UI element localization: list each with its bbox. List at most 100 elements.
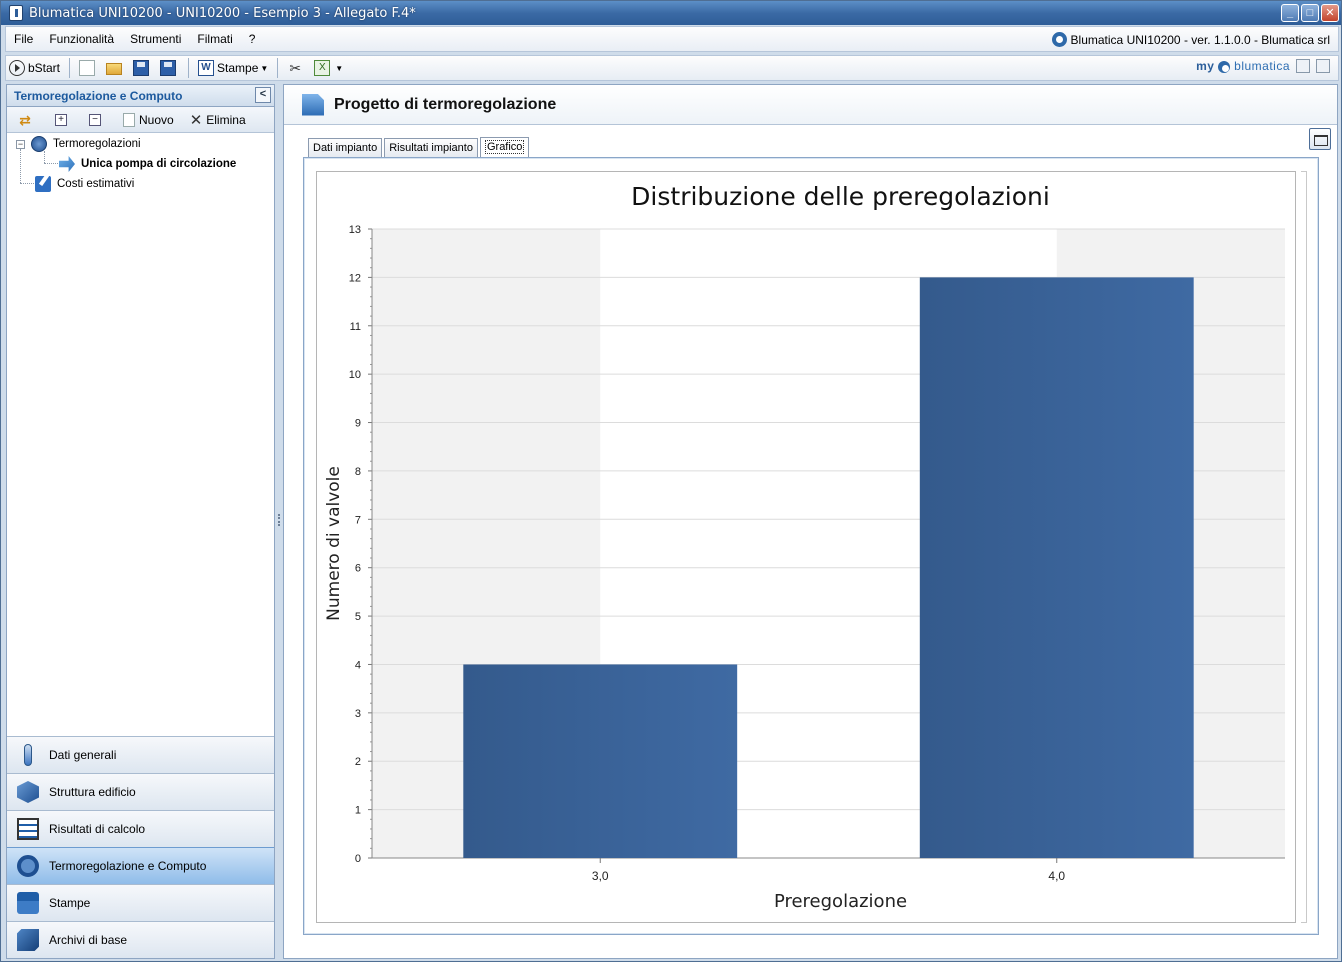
- tab-risultati-impianto[interactable]: Risultati impianto: [384, 138, 478, 157]
- nav-risultati-calcolo[interactable]: Risultati di calcolo: [7, 810, 274, 847]
- nav-label: Dati generali: [49, 748, 117, 762]
- save-all-button[interactable]: [157, 57, 182, 79]
- account-icon[interactable]: [1296, 59, 1310, 73]
- nav-archivi-base[interactable]: Archivi di base: [7, 921, 274, 958]
- close-button[interactable]: ✕: [1321, 4, 1339, 22]
- minimize-button[interactable]: _: [1281, 4, 1299, 22]
- toolbar-separator: [188, 58, 190, 78]
- app-icon: [9, 5, 23, 21]
- nav-stampe[interactable]: Stampe: [7, 884, 274, 921]
- y-tick-label: 11: [350, 321, 361, 333]
- y-tick-label: 1: [355, 805, 361, 817]
- save-button[interactable]: [130, 57, 155, 79]
- notes-icon[interactable]: [1316, 59, 1330, 73]
- menu-filmati[interactable]: Filmati: [189, 32, 240, 46]
- brand-my-text: my: [1196, 59, 1215, 73]
- x-tick-label: 3,0: [592, 869, 609, 883]
- tab-grafico[interactable]: Grafico: [479, 137, 530, 157]
- y-tick-label: 12: [349, 272, 361, 284]
- save-icon: [133, 60, 150, 76]
- nav-dati-generali[interactable]: Dati generali: [7, 736, 274, 773]
- export-dropdown[interactable]: X ▼: [311, 57, 346, 79]
- delete-button[interactable]: ✕ Elimina: [190, 111, 246, 129]
- tree-item-pompa[interactable]: Unica pompa di circolazione: [59, 156, 236, 172]
- tree-item-label: Unica pompa di circolazione: [81, 158, 237, 170]
- bar: [919, 277, 1194, 858]
- new-file-button[interactable]: [76, 57, 101, 79]
- new-label: Nuovo: [139, 112, 174, 127]
- chart-title: Distribuzione delle preregolazioni: [631, 182, 1050, 211]
- window-title: Blumatica UNI10200 - UNI10200 - Esempio …: [29, 5, 416, 21]
- tree-line: [44, 151, 45, 163]
- delete-label: Elimina: [206, 112, 246, 127]
- grip-icon: [278, 514, 280, 526]
- chart-area: 0 1 2 3 4 5 6 7 8 9 10 11 12 13 3,0 4,0 Distribuzione de…: [316, 171, 1296, 923]
- open-button[interactable]: [103, 57, 128, 79]
- content-panel: Progetto di termoregolazione Dati impian…: [283, 84, 1338, 959]
- version-text: Blumatica UNI10200 - ver. 1.1.0.0 - Blum…: [1070, 32, 1330, 47]
- y-axis-title: Numero di valvole: [324, 466, 344, 621]
- y-tick-label: 6: [355, 563, 361, 575]
- navigation-panel: Termoregolazione e Computo < ⇄ + − Nuovo…: [6, 84, 275, 959]
- chart-svg: 0123456789101112133,0 4,0Distribuzione de…: [324, 182, 1285, 912]
- menu-strumenti[interactable]: Strumenti: [122, 32, 189, 46]
- fit-width-button[interactable]: [1309, 128, 1331, 150]
- play-circle-icon: [9, 60, 25, 76]
- y-tick-label: 7: [355, 514, 361, 526]
- project-icon: [302, 93, 324, 116]
- section-nav: Dati generali Struttura edificio Risulta…: [7, 736, 274, 958]
- tree-line: [20, 183, 34, 184]
- page-title: Progetto di termoregolazione: [334, 95, 557, 113]
- archive-box-icon: [17, 929, 39, 951]
- menu-funzionalita[interactable]: Funzionalità: [41, 32, 122, 46]
- stampe-dropdown[interactable]: W Stampe ▼: [195, 57, 271, 79]
- tree-item-termoregolazioni[interactable]: − Termoregolazioni: [16, 136, 141, 152]
- new-item-icon: [123, 112, 135, 127]
- excel-icon: X: [314, 60, 331, 76]
- tree-item-label: Termoregolazioni: [53, 138, 141, 150]
- my-blumatica-logo[interactable]: my blumatica: [1196, 59, 1290, 73]
- menu-help[interactable]: ?: [241, 32, 264, 46]
- tree-item-costi[interactable]: Costi estimativi: [35, 176, 134, 192]
- collapse-icon: −: [89, 113, 101, 126]
- y-tick-label: 4: [355, 659, 361, 671]
- toolbar-separator: [69, 58, 71, 78]
- stampe-label: Stampe: [217, 61, 259, 75]
- panel-toolbar: ⇄ + − Nuovo ✕ Elimina: [7, 107, 274, 133]
- blumatica-logo-icon: [1051, 32, 1067, 47]
- maximize-button[interactable]: □: [1301, 4, 1319, 22]
- vertical-scrollbar[interactable]: [1301, 171, 1307, 923]
- brand-name-text: blumatica: [1234, 59, 1290, 73]
- panel-title: Termoregolazione e Computo: [14, 88, 183, 103]
- tools-icon: ✂: [289, 60, 302, 76]
- layers-icon: [17, 781, 39, 803]
- y-tick-label: 13: [349, 224, 361, 236]
- nav-termoregolazione-computo[interactable]: Termoregolazione e Computo: [7, 847, 274, 884]
- y-tick-label: 0: [355, 853, 361, 865]
- chevron-down-icon: ▼: [335, 63, 344, 73]
- menu-bar: File Funzionalità Strumenti Filmati ? Bl…: [5, 26, 1339, 52]
- nav-struttura-edificio[interactable]: Struttura edificio: [7, 773, 274, 810]
- tools-button[interactable]: ✂: [284, 57, 309, 79]
- refresh-icon[interactable]: ⇄: [17, 112, 33, 128]
- tab-dati-impianto[interactable]: Dati impianto: [308, 138, 383, 157]
- content-header: Progetto di termoregolazione: [284, 85, 1337, 125]
- collapse-node-icon[interactable]: −: [16, 139, 25, 149]
- bstart-button[interactable]: bStart: [6, 57, 63, 79]
- panel-splitter[interactable]: [276, 84, 282, 959]
- nav-label: Archivi di base: [49, 933, 128, 947]
- printer-icon: [17, 892, 39, 914]
- collapse-all-button[interactable]: −: [89, 113, 101, 126]
- collapse-panel-button[interactable]: <: [255, 87, 271, 103]
- expand-all-button[interactable]: +: [55, 113, 67, 126]
- new-button[interactable]: Nuovo: [123, 112, 174, 127]
- delete-icon: ✕: [189, 111, 203, 129]
- expand-icon: +: [55, 113, 67, 126]
- x-tick-label: 4,0: [1048, 869, 1065, 883]
- new-file-icon: [79, 60, 96, 76]
- tab-strip: Dati impianto Risultati impianto Grafico: [308, 137, 530, 157]
- menu-file[interactable]: File: [6, 32, 41, 46]
- nav-label: Risultati di calcolo: [49, 822, 146, 836]
- y-tick-label: 5: [355, 611, 361, 623]
- application-window: Blumatica UNI10200 - UNI10200 - Esempio …: [0, 0, 1342, 962]
